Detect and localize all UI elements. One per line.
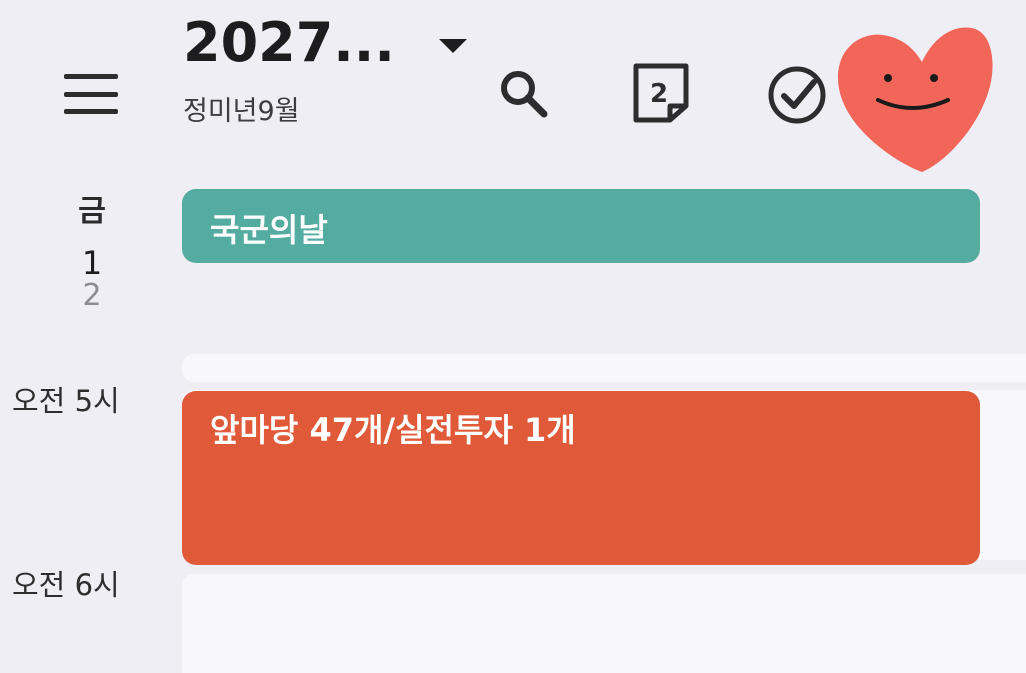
search-icon[interactable] <box>496 66 552 122</box>
weekday-label: 금 <box>78 194 106 229</box>
timed-event[interactable]: 앞마당 47개/실전투자 1개 <box>182 391 980 565</box>
chevron-down-icon[interactable] <box>438 39 467 53</box>
today-button[interactable]: 2 <box>630 62 692 124</box>
hamburger-line <box>64 74 118 79</box>
menu-button[interactable] <box>64 74 118 114</box>
event-title: 국군의날 <box>210 211 328 249</box>
hamburger-line <box>64 91 118 97</box>
date-number[interactable]: 1 <box>60 244 124 282</box>
lunar-date: 2 <box>82 278 102 313</box>
check-circle-icon[interactable] <box>766 64 828 126</box>
page-title[interactable]: 2027... <box>183 12 395 74</box>
time-slot[interactable] <box>182 354 1026 382</box>
lunar-subtitle: 정미년9월 <box>183 96 300 127</box>
avatar[interactable] <box>830 22 996 174</box>
time-label-5am: 오전 5시 <box>12 384 120 418</box>
time-slot[interactable] <box>182 574 1026 673</box>
all-day-event[interactable]: 국군의날 <box>182 189 980 263</box>
event-title: 앞마당 47개/실전투자 1개 <box>210 411 576 449</box>
hamburger-line <box>64 109 118 114</box>
calendar-today-icon: 2 <box>633 63 689 123</box>
month-selector[interactable]: 2027... <box>183 12 467 74</box>
header-title-area: 2027... 정미년9월 <box>183 12 467 128</box>
time-label-6am: 오전 6시 <box>12 568 120 602</box>
today-badge: 2 <box>650 79 668 109</box>
